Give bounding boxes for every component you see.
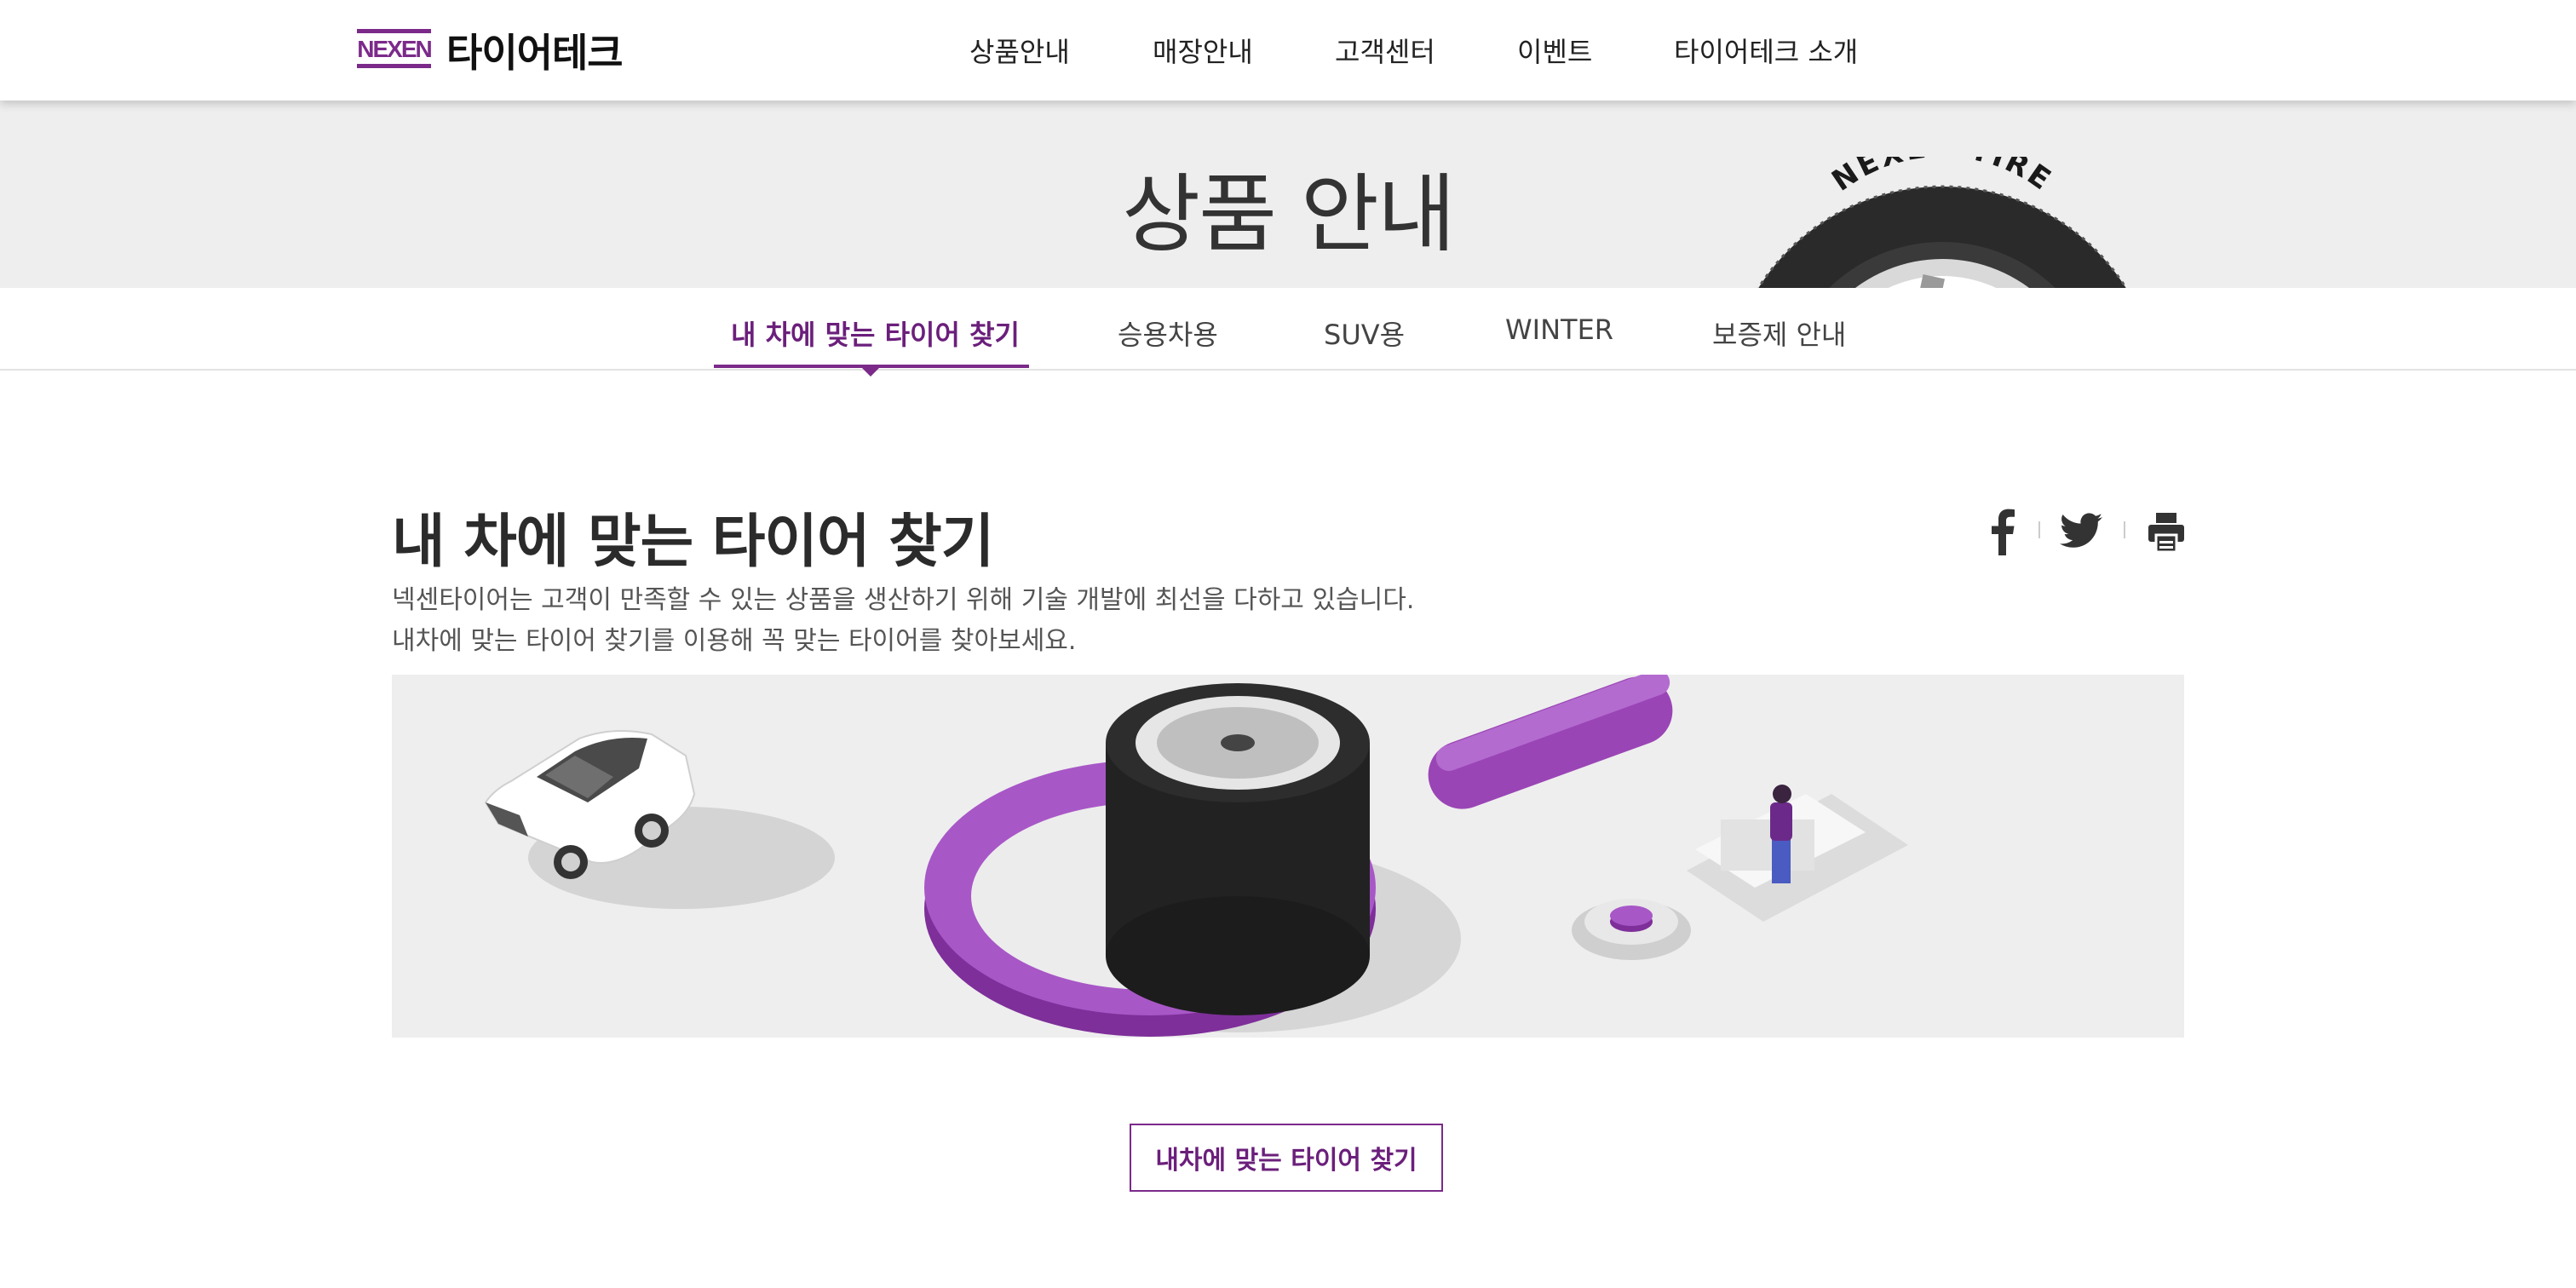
- share-divider: [2124, 521, 2125, 538]
- logo-text[interactable]: 타이어테크: [446, 22, 624, 78]
- car-illustration: [484, 730, 835, 909]
- tab-find-my-tire[interactable]: 내 차에 맞는 타이어 찾기: [731, 313, 1020, 353]
- tab-passenger[interactable]: 승용차용: [1118, 313, 1218, 353]
- share-divider: [2038, 521, 2040, 538]
- section-title: 내 차에 맞는 타이어 찾기: [392, 509, 994, 576]
- nav-item-about[interactable]: 타이어테크 소개: [1674, 31, 1858, 70]
- logo-badge-text: NEXEN: [357, 36, 431, 62]
- nav-item-stores[interactable]: 매장안내: [1153, 31, 1253, 70]
- tire-illustration-banner: [1106, 683, 1370, 1015]
- tab-suv[interactable]: SUV용: [1324, 313, 1405, 353]
- nav-item-events[interactable]: 이벤트: [1517, 31, 1592, 70]
- gear-illustration: [1572, 899, 1691, 960]
- twitter-icon[interactable]: [2060, 513, 2102, 552]
- tire-illustration: NEXEN TIRE: [1721, 130, 2164, 288]
- site-header: NEXEN 타이어테크 상품안내 매장안내 고객센터 이벤트 타이어테크 소개: [0, 0, 2576, 101]
- page-title: 상품 안내: [1122, 164, 1456, 264]
- sub-navigation: 내 차에 맞는 타이어 찾기 승용차용 SUV용 WINTER 보증제 안내: [0, 288, 2576, 377]
- facebook-icon[interactable]: [1990, 508, 2015, 559]
- nexen-logo[interactable]: NEXEN: [357, 29, 434, 68]
- description-line-1: 넥센타이어는 고객이 만족할 수 있는 상품을 생산하기 위해 기술 개발에 최…: [392, 585, 1415, 615]
- tab-warranty[interactable]: 보증제 안내: [1712, 313, 1846, 353]
- analyst-illustration: [1687, 785, 1908, 922]
- active-tab-caret: [862, 368, 879, 377]
- nav-item-products[interactable]: 상품안내: [969, 31, 1070, 70]
- nav-item-customer-center[interactable]: 고객센터: [1335, 31, 1435, 70]
- description-line-2: 내차에 맞는 타이어 찾기를 이용해 꼭 맞는 타이어를 찾아보세요.: [392, 626, 1077, 656]
- tab-winter[interactable]: WINTER: [1505, 313, 1613, 346]
- print-icon[interactable]: [2148, 513, 2184, 555]
- hero-banner: 상품 안내 NEXEN TIRE: [0, 101, 2576, 288]
- find-tire-banner: [392, 675, 2184, 1038]
- find-my-tire-button[interactable]: 내차에 맞는 타이어 찾기: [1130, 1124, 1443, 1192]
